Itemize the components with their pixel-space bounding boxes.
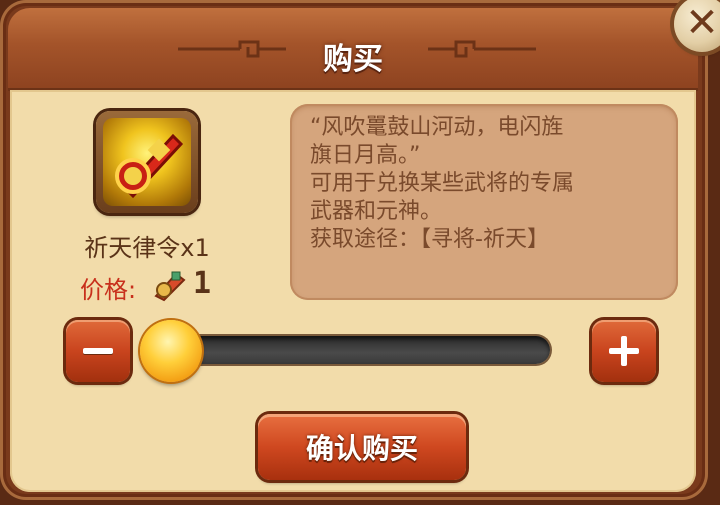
dialog-title: 购买 (323, 42, 383, 77)
description-line: 获取途径：【寻将-祈天】 (310, 227, 549, 252)
currency-icon (154, 271, 186, 302)
description-line: 可用于兑换某些武将的专属 (310, 171, 575, 196)
quantity-slider-track[interactable] (150, 336, 550, 364)
token-icon (103, 118, 191, 206)
description-line: 旗日月高。” (310, 143, 421, 168)
decrease-quantity-button[interactable] (66, 320, 130, 382)
quantity-slider-handle[interactable] (140, 320, 202, 382)
increase-quantity-button[interactable] (592, 320, 656, 382)
close-icon: ✕ (685, 0, 719, 46)
item-description: “风吹鼍鼓山河动，电闪旌 旗日月高。” 可用于兑换某些武将的专属 武器和元神。 … (310, 114, 670, 254)
header-right-ornament (428, 40, 536, 58)
description-line: “风吹鼍鼓山河动，电闪旌 (310, 115, 564, 140)
dialog-header: 购买 (8, 8, 698, 91)
confirm-purchase-button[interactable]: 确认购买 (258, 414, 466, 480)
price-value: 1 (193, 266, 212, 301)
description-line: 武器和元神。 (310, 199, 443, 224)
confirm-purchase-label: 确认购买 (305, 432, 418, 465)
price-label: 价格: (80, 276, 137, 304)
item-name: 祈天律令x1 (84, 234, 210, 262)
item-icon-frame (96, 111, 198, 213)
minus-icon (83, 348, 113, 354)
